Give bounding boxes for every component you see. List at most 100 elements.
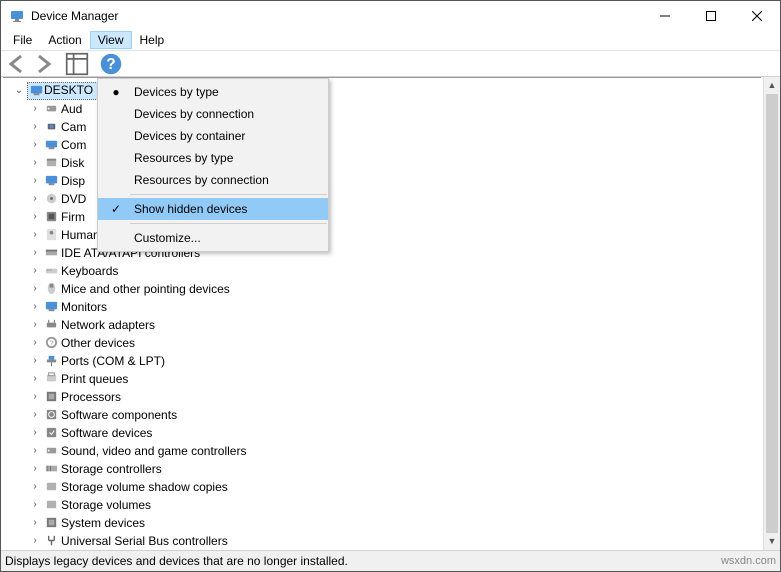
- menu-file[interactable]: File: [5, 31, 40, 49]
- expand-icon[interactable]: ›: [29, 283, 41, 294]
- menu-separator: [130, 194, 327, 195]
- statusbar: Displays legacy devices and devices that…: [1, 550, 780, 571]
- expand-icon[interactable]: ›: [29, 427, 41, 438]
- window-title: Device Manager: [31, 9, 642, 23]
- device-category-icon: [43, 443, 59, 459]
- expand-icon[interactable]: ›: [29, 535, 41, 546]
- expand-icon[interactable]: ›: [29, 121, 41, 132]
- menu-customize[interactable]: Customize...: [98, 227, 328, 249]
- device-category-icon: [43, 137, 59, 153]
- device-tree[interactable]: ⌄ DESKTO ›Aud›Cam›Com›Disk›Disp›DVD›Firm…: [3, 77, 761, 550]
- tree-item-label: Monitors: [61, 300, 107, 314]
- tree-item[interactable]: ›Storage volume shadow copies: [9, 478, 761, 496]
- expand-icon[interactable]: ›: [29, 337, 41, 348]
- tree-item[interactable]: › Print queues: [9, 370, 761, 388]
- tree-item[interactable]: › Mice and other pointing devices: [9, 280, 761, 298]
- collapse-icon[interactable]: ⌄: [13, 85, 25, 96]
- tree-item-label: Print queues: [61, 372, 128, 386]
- back-button[interactable]: [5, 53, 29, 75]
- device-category-icon: [43, 155, 59, 171]
- menu-view[interactable]: View: [90, 31, 132, 49]
- status-text: Displays legacy devices and devices that…: [5, 554, 348, 568]
- device-category-icon: [43, 389, 59, 405]
- tree-item[interactable]: ›Keyboards: [9, 262, 761, 280]
- expand-icon[interactable]: ›: [29, 355, 41, 366]
- tree-item-label: Processors: [61, 390, 121, 404]
- tree-root-label: DESKTO: [44, 83, 93, 99]
- maximize-button[interactable]: [688, 1, 734, 30]
- tree-item[interactable]: ›System devices: [9, 514, 761, 532]
- expand-icon[interactable]: ›: [29, 463, 41, 474]
- expand-icon[interactable]: ›: [29, 391, 41, 402]
- device-category-icon: [43, 479, 59, 495]
- scroll-thumb[interactable]: [766, 94, 778, 533]
- expand-icon[interactable]: ›: [29, 157, 41, 168]
- tree-item[interactable]: ›Ports (COM & LPT): [9, 352, 761, 370]
- tree-item-label: Cam: [61, 120, 86, 134]
- tree-item[interactable]: › Universal Serial Bus controllers: [9, 532, 761, 550]
- expand-icon[interactable]: ›: [29, 445, 41, 456]
- tree-item[interactable]: › Monitors: [9, 298, 761, 316]
- device-manager-window: Device Manager File Action View Help ? ⌄…: [0, 0, 781, 572]
- tree-item[interactable]: ›Sound, video and game controllers: [9, 442, 761, 460]
- tree-item-label: Software devices: [61, 426, 152, 440]
- show-hide-tree-button[interactable]: [65, 53, 89, 75]
- tree-item-label: Mice and other pointing devices: [61, 282, 230, 296]
- device-category-icon: [43, 101, 59, 117]
- tree-item-label: Storage volumes: [61, 498, 151, 512]
- tree-item-label: Storage controllers: [61, 462, 162, 476]
- help-button[interactable]: ?: [99, 53, 123, 75]
- menu-resources-by-connection[interactable]: Resources by connection: [98, 169, 328, 191]
- tree-item[interactable]: › Storage volumes: [9, 496, 761, 514]
- device-category-icon: [43, 227, 59, 243]
- tree-item[interactable]: › Network adapters: [9, 316, 761, 334]
- tree-item-label: Aud: [61, 102, 82, 116]
- bullet-icon: ●: [104, 85, 128, 99]
- device-category-icon: [43, 173, 59, 189]
- expand-icon[interactable]: ›: [29, 193, 41, 204]
- menu-devices-by-type[interactable]: ●Devices by type: [98, 81, 328, 103]
- menu-devices-by-connection[interactable]: Devices by connection: [98, 103, 328, 125]
- expand-icon[interactable]: ›: [29, 247, 41, 258]
- scroll-up-icon[interactable]: ▲: [764, 77, 780, 94]
- tree-item-label: Network adapters: [61, 318, 155, 332]
- expand-icon[interactable]: ›: [29, 481, 41, 492]
- tree-item[interactable]: ›?Other devices: [9, 334, 761, 352]
- minimize-button[interactable]: [642, 1, 688, 30]
- expand-icon[interactable]: ›: [29, 373, 41, 384]
- device-category-icon: [43, 281, 59, 297]
- expand-icon[interactable]: ›: [29, 409, 41, 420]
- tree-item[interactable]: › Software devices: [9, 424, 761, 442]
- svg-text:?: ?: [49, 338, 53, 347]
- expand-icon[interactable]: ›: [29, 175, 41, 186]
- expand-icon[interactable]: ›: [29, 301, 41, 312]
- menu-show-hidden-devices[interactable]: ✓Show hidden devices: [98, 198, 328, 220]
- menu-help[interactable]: Help: [132, 31, 173, 49]
- expand-icon[interactable]: ›: [29, 319, 41, 330]
- expand-icon[interactable]: ›: [29, 499, 41, 510]
- device-category-icon: [43, 209, 59, 225]
- device-category-icon: [43, 317, 59, 333]
- tree-item-label: Firm: [61, 210, 85, 224]
- menu-action[interactable]: Action: [40, 31, 89, 49]
- expand-icon[interactable]: ›: [29, 229, 41, 240]
- menu-resources-by-type[interactable]: Resources by type: [98, 147, 328, 169]
- close-button[interactable]: [734, 1, 780, 30]
- tree-item-label: Universal Serial Bus controllers: [61, 534, 228, 548]
- expand-icon[interactable]: ›: [29, 103, 41, 114]
- tree-item[interactable]: ›Software components: [9, 406, 761, 424]
- forward-button[interactable]: [31, 53, 55, 75]
- expand-icon[interactable]: ›: [29, 211, 41, 222]
- menu-devices-by-container[interactable]: Devices by container: [98, 125, 328, 147]
- scroll-down-icon[interactable]: ▼: [764, 533, 780, 550]
- titlebar[interactable]: Device Manager: [1, 1, 780, 30]
- tree-item[interactable]: › Storage controllers: [9, 460, 761, 478]
- device-category-icon: [43, 497, 59, 513]
- expand-icon[interactable]: ›: [29, 265, 41, 276]
- device-category-icon: [43, 371, 59, 387]
- vertical-scrollbar[interactable]: ▲ ▼: [763, 77, 780, 550]
- tree-item[interactable]: › Processors: [9, 388, 761, 406]
- expand-icon[interactable]: ›: [29, 139, 41, 150]
- checkmark-icon: ✓: [104, 202, 128, 216]
- expand-icon[interactable]: ›: [29, 517, 41, 528]
